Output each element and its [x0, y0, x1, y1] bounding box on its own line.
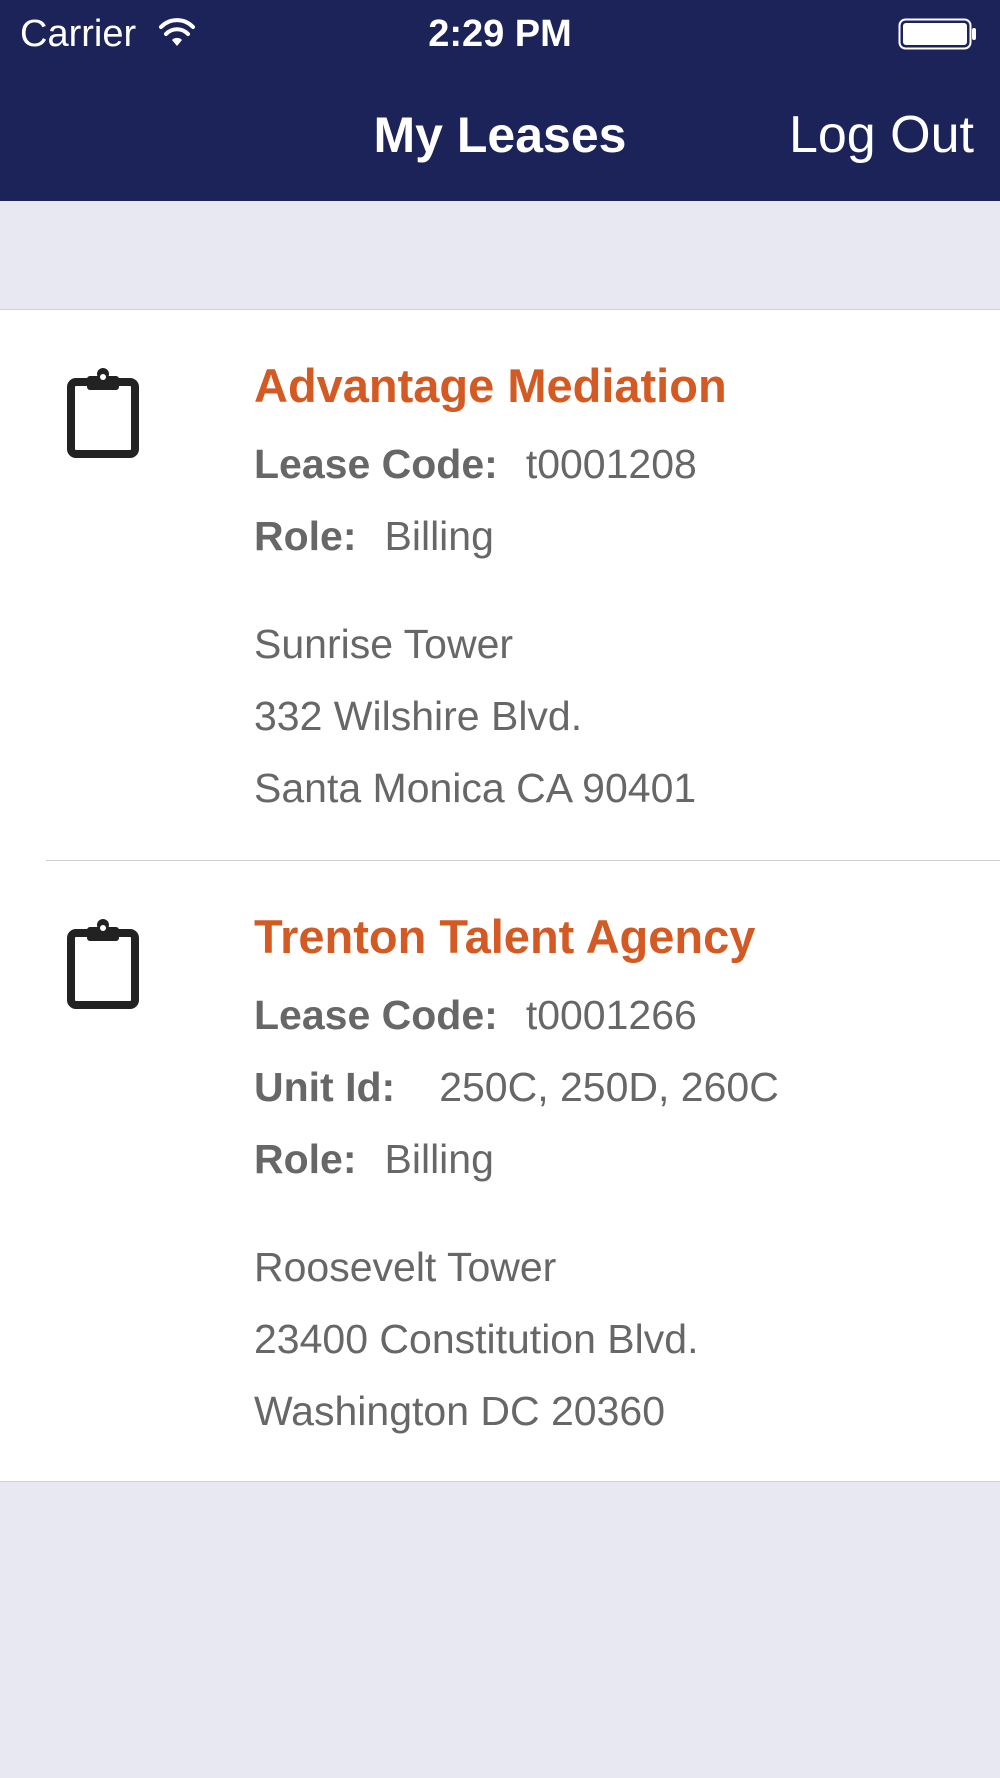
lease-code-value: t0001266 [525, 992, 697, 1038]
address-building: Sunrise Tower [254, 621, 514, 667]
address-block: Sunrise Tower 332 Wilshire Blvd. Santa M… [254, 608, 984, 824]
clipboard-icon [67, 368, 139, 458]
address-block: Roosevelt Tower 23400 Constitution Blvd.… [254, 1231, 984, 1447]
address-city: Washington DC 20360 [254, 1388, 666, 1434]
lease-details: Advantage Mediation Lease Code: t0001208 … [254, 358, 984, 824]
unit-id-row: Unit Id: 250C, 250D, 260C [254, 1051, 984, 1123]
unit-id-value: 250C, 250D, 260C [439, 1064, 779, 1110]
lease-list: Advantage Mediation Lease Code: t0001208 … [0, 309, 1000, 1482]
address-building: Roosevelt Tower [254, 1244, 557, 1290]
role-value: Billing [384, 513, 494, 559]
clipboard-icon [67, 919, 139, 1009]
company-name: Advantage Mediation [254, 359, 727, 412]
status-time: 2:29 PM [428, 13, 572, 55]
log-out-button[interactable]: Log Out [789, 105, 974, 165]
lease-code-value: t0001208 [525, 441, 697, 487]
unit-id-label: Unit Id: [254, 1064, 396, 1110]
role-row: Role: Billing [254, 1123, 984, 1195]
lease-item[interactable]: Advantage Mediation Lease Code: t0001208 … [0, 310, 1000, 861]
app-header: Carrier 2:29 PM My Leases Log Out [0, 0, 1000, 201]
address-city: Santa Monica CA 90401 [254, 765, 697, 811]
lease-code-label: Lease Code: [254, 992, 498, 1038]
address-street: 23400 Constitution Blvd. [254, 1316, 699, 1362]
role-value: Billing [384, 1136, 494, 1182]
lease-code-label: Lease Code: [254, 441, 498, 487]
lease-details: Trenton Talent Agency Lease Code: t000126… [254, 909, 984, 1447]
address-street: 332 Wilshire Blvd. [254, 693, 583, 739]
role-label: Role: [254, 513, 357, 559]
company-name: Trenton Talent Agency [254, 910, 756, 963]
role-row: Role: Billing [254, 500, 984, 572]
battery-icon [898, 18, 976, 50]
status-bar: Carrier 2:29 PM [0, 0, 1000, 70]
lease-code-row: Lease Code: t0001266 [254, 979, 984, 1051]
navigation-bar: My Leases Log Out [0, 95, 1000, 175]
lease-code-row: Lease Code: t0001208 [254, 428, 984, 500]
lease-item[interactable]: Trenton Talent Agency Lease Code: t000126… [0, 861, 1000, 1481]
role-label: Role: [254, 1136, 357, 1182]
